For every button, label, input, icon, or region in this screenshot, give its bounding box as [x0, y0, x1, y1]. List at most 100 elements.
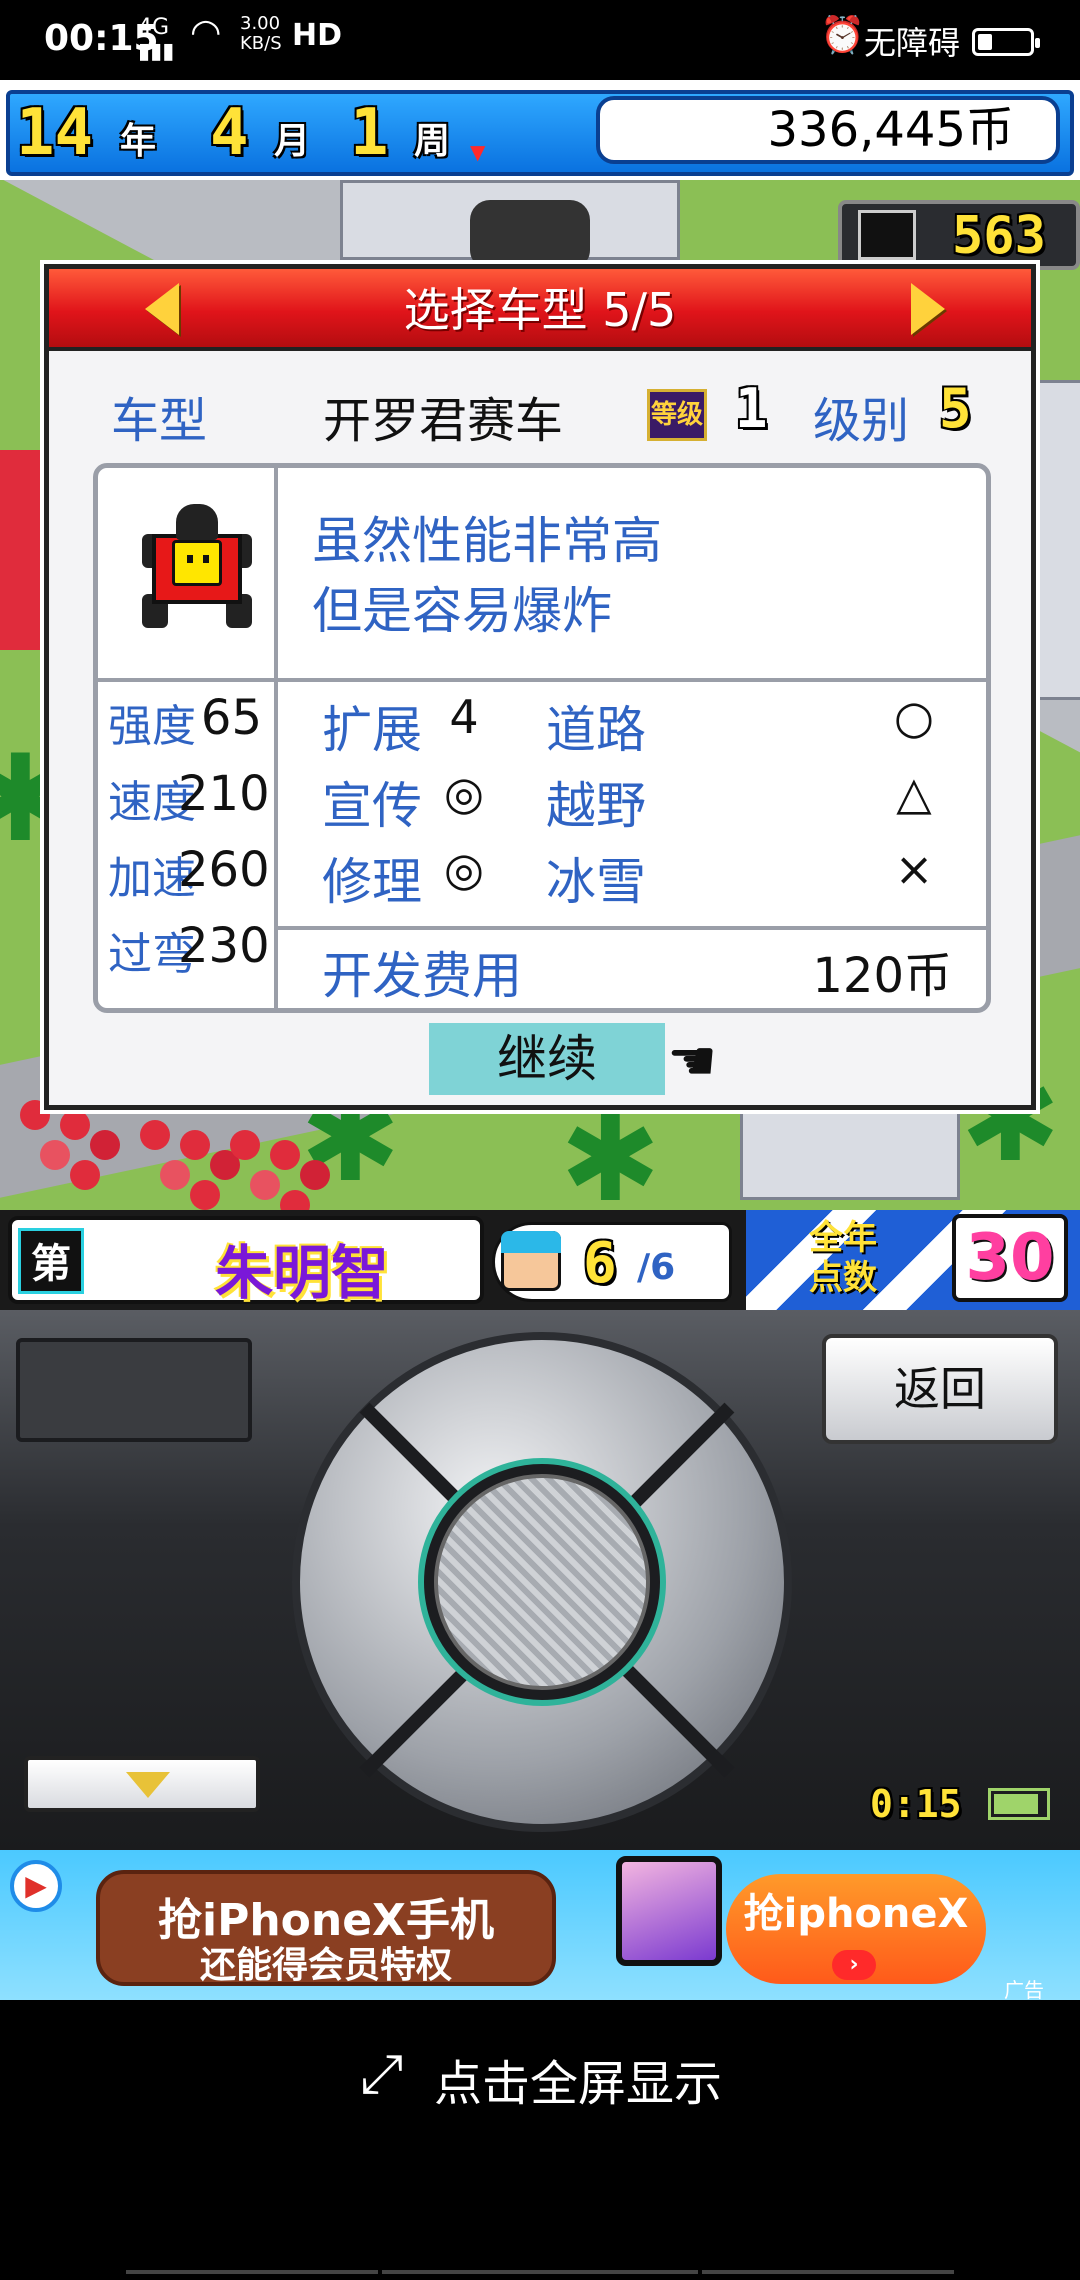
- grade-badge: 等级: [647, 389, 707, 441]
- ad-sign: 抢iPhoneX手机 还能得会员特权: [96, 1870, 556, 1986]
- monitor-icon: [858, 210, 916, 260]
- next-arrow-icon[interactable]: [911, 283, 945, 335]
- nav-segment[interactable]: [382, 2270, 698, 2274]
- game-top-bar: 14 年 4 月 1 周 ▼ 336,445币: [0, 80, 1080, 180]
- ad-cta-arrow-icon: ›: [832, 1950, 876, 1980]
- trait-value: 4: [449, 690, 479, 744]
- hd-indicator: HD: [292, 18, 343, 53]
- status-bar: 00:15 4G ▮▮▮ ◠ 3.00 KB/S HD ⏰ 无障碍: [0, 0, 1080, 80]
- controller-screen: [16, 1338, 252, 1442]
- panel-divider: [278, 926, 986, 930]
- description-line-2: 但是容易爆炸: [312, 582, 612, 640]
- alarm-icon: ⏰: [820, 15, 865, 56]
- terrain-value: ×: [894, 842, 934, 896]
- stat-value: 230: [178, 918, 270, 974]
- year-unit: 年: [120, 121, 157, 162]
- year-value: 14: [16, 96, 94, 170]
- dpad-center-button[interactable]: [434, 1474, 650, 1690]
- game-clock: 0:15: [870, 1782, 962, 1826]
- wifi-icon: ◠: [190, 12, 222, 53]
- trait-label: 扩展: [322, 701, 422, 759]
- select-car-dialog: 选择车型 5/5 车型 开罗君赛车 等级 1 级别 5 虽然性能非常高 但是容易…: [44, 264, 1036, 1110]
- terrain-value: △: [896, 766, 932, 820]
- season-points-value: 30: [952, 1214, 1068, 1302]
- cost-value: 120币: [812, 948, 952, 1004]
- previous-arrow-icon[interactable]: [145, 283, 179, 335]
- car-info-panel: 虽然性能非常高 但是容易爆炸 强度 65 速度 210 加速 260 过弯 23…: [93, 463, 991, 1013]
- accessibility-label: 无障碍: [864, 24, 961, 62]
- visitor-count: 563: [952, 206, 1046, 266]
- week-value: 1: [350, 96, 389, 170]
- stat-value: 210: [178, 766, 270, 822]
- nav-segment[interactable]: [126, 2270, 378, 2274]
- speed-value: 3.00: [240, 13, 281, 34]
- ad-play-icon: ▶: [10, 1860, 62, 1912]
- season-label-line-2: 点数: [809, 1258, 877, 1298]
- panel-divider: [98, 678, 986, 682]
- grade-value: 1: [735, 377, 768, 440]
- fullscreen-bar[interactable]: ⤢ 点击全屏显示: [0, 2000, 1080, 2140]
- car-sprite: [142, 504, 252, 634]
- dialog-title: 选择车型 5/5: [403, 283, 677, 337]
- staff-count: 6: [583, 1231, 617, 1296]
- map-building: [0, 450, 40, 650]
- terrain-label: 道路: [546, 701, 646, 759]
- battery-icon: [972, 28, 1040, 56]
- class-value: 5: [939, 377, 972, 440]
- fullscreen-label: 点击全屏显示: [434, 2056, 723, 2112]
- model-label: 车型: [111, 393, 208, 449]
- car-description: 虽然性能非常高 但是容易爆炸: [312, 506, 662, 646]
- dialog-header: 选择车型 5/5: [49, 269, 1031, 351]
- virtual-controller: 返回 0:15: [0, 1310, 1080, 1850]
- phone-image: [616, 1856, 722, 1966]
- dropdown-icon: ▼: [470, 140, 486, 164]
- rank-number: 第1: [18, 1228, 84, 1353]
- continue-button[interactable]: 继续: [429, 1023, 665, 1095]
- terrain-label: 越野: [546, 777, 646, 835]
- player-rank-card: 第1 朱明智: [8, 1216, 484, 1353]
- navigation-bar: [0, 2270, 1080, 2280]
- trait-value: ◎: [443, 842, 485, 896]
- class-label: 级别: [813, 393, 910, 449]
- down-triangle-icon: [126, 1772, 170, 1798]
- coin-balance: 336,445币: [596, 96, 1060, 164]
- staff-counter: 6 /6: [492, 1222, 732, 1302]
- flower-bed: [140, 1120, 170, 1150]
- ad-cta-button[interactable]: 抢iphoneX ›: [726, 1874, 986, 1984]
- trait-label: 修理: [322, 853, 422, 911]
- stat-value: 65: [200, 690, 262, 746]
- speed-unit: KB/S: [240, 33, 282, 54]
- flower-bed: [230, 1130, 260, 1160]
- week-unit: 周: [414, 121, 451, 162]
- fullscreen-icon: ⤢: [360, 2042, 404, 2105]
- terrain-value: ○: [893, 690, 935, 744]
- network-type: 4G: [138, 15, 170, 40]
- game-battery-icon: [988, 1788, 1050, 1820]
- staff-total: /6: [637, 1247, 676, 1288]
- nav-segment[interactable]: [702, 2270, 954, 2274]
- player-name: 朱明智: [214, 1239, 389, 1307]
- description-line-1: 虽然性能非常高: [312, 512, 662, 570]
- player-bar: 第1 朱明智 6 /6 全年 点数 30: [0, 1210, 1080, 1353]
- model-name: 开罗君赛车: [323, 393, 564, 449]
- ad-banner[interactable]: ▶ 抢iPhoneX手机 还能得会员特权 抢iphoneX › 广告: [0, 1850, 1080, 2002]
- tire-stack: [470, 200, 590, 270]
- month-value: 4: [210, 96, 249, 170]
- stat-value: 260: [178, 842, 270, 898]
- map-building: [1030, 380, 1080, 700]
- visitor-counter: 563: [838, 200, 1080, 270]
- pointing-hand-icon: ☚: [667, 1029, 718, 1094]
- staff-cap: [501, 1231, 561, 1253]
- directional-pad[interactable]: [292, 1332, 792, 1832]
- back-button[interactable]: 返回: [822, 1334, 1058, 1444]
- trait-value: ◎: [443, 766, 485, 820]
- season-points-label: 全年 点数: [778, 1218, 908, 1298]
- palm-tree: ✱: [560, 1090, 661, 1211]
- network-indicator: 4G ▮▮▮: [138, 16, 174, 64]
- terrain-label: 冰雪: [546, 853, 646, 911]
- signal-icon: ▮▮▮: [138, 39, 175, 64]
- month-unit: 月: [274, 121, 311, 162]
- menu-button[interactable]: [24, 1756, 260, 1812]
- season-points: 全年 点数 30: [746, 1210, 1080, 1310]
- cost-label: 开发费用: [322, 947, 522, 1005]
